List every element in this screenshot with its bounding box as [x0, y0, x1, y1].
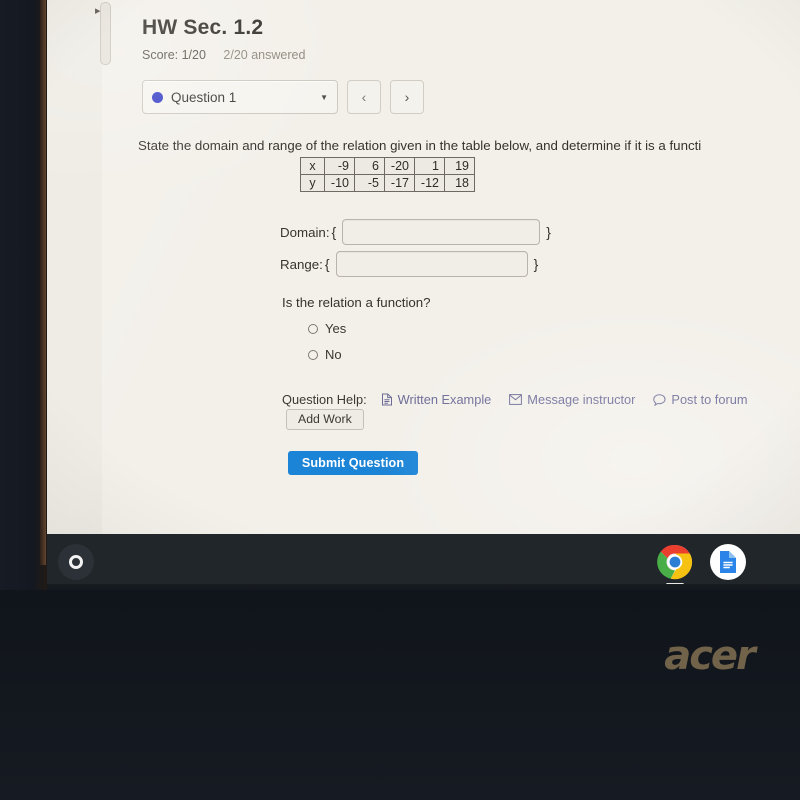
radio-option-yes[interactable]: Yes — [308, 321, 346, 336]
message-instructor-link[interactable]: Message instructor — [509, 392, 635, 407]
range-close-brace: } — [533, 256, 539, 272]
range-label: Range: — [280, 256, 323, 272]
score-label: Score: 1/20 — [142, 48, 206, 62]
speech-bubble-icon — [653, 393, 666, 406]
page-title: HW Sec. 1.2 — [142, 16, 264, 39]
left-rail: ▸ — [46, 0, 111, 534]
cell-y-4: 18 — [444, 174, 475, 192]
radio-circle-icon — [308, 349, 318, 360]
cell-x-2: -20 — [384, 157, 415, 175]
cell-x-4: 19 — [444, 157, 475, 175]
laptop-deck — [0, 590, 800, 800]
chevron-down-icon: ▼ — [320, 92, 328, 102]
written-example-link[interactable]: Written Example — [381, 392, 492, 407]
previous-question-button[interactable]: ‹ — [347, 80, 381, 114]
table-row: y -10 -5 -17 -12 18 — [300, 174, 475, 192]
radio-option-no[interactable]: No — [308, 347, 342, 362]
domain-label: Domain: — [280, 224, 330, 240]
range-row: Range: { } — [280, 251, 538, 277]
chromeos-shelf — [46, 534, 800, 590]
cell-y-1: -5 — [354, 174, 385, 192]
question-help-row: Question Help: Written Example Message i… — [282, 392, 766, 407]
add-work-button[interactable]: Add Work — [286, 409, 364, 430]
relation-table: x -9 6 -20 1 19 y -10 -5 -17 -12 18 — [300, 157, 475, 192]
assignment-content: HW Sec. 1.2 Score: 1/20 2/20 answered Qu… — [116, 0, 800, 534]
next-question-button[interactable]: › — [390, 80, 424, 114]
question-select[interactable]: Question 1 ▼ — [142, 80, 338, 114]
post-to-forum-label: Post to forum — [671, 392, 748, 407]
sub-question-label: Is the relation a function? — [282, 295, 431, 310]
question-nav-row: Question 1 ▼ ‹ › — [142, 80, 424, 114]
radio-label-yes: Yes — [325, 321, 347, 336]
table-row: x -9 6 -20 1 19 — [300, 157, 475, 175]
row-label-y: y — [300, 174, 325, 192]
row-label-x: x — [300, 157, 325, 175]
cell-y-0: -10 — [324, 174, 355, 192]
post-to-forum-link[interactable]: Post to forum — [653, 392, 748, 407]
cell-y-2: -17 — [384, 174, 415, 192]
cell-x-3: 1 — [414, 157, 445, 175]
question-help-label: Question Help: — [282, 392, 367, 407]
acer-brand-logo: acer — [664, 633, 756, 679]
range-input[interactable] — [335, 251, 528, 277]
chromebook-screen: ▸ HW Sec. 1.2 Score: 1/20 2/20 answered … — [46, 0, 800, 534]
cell-x-1: 6 — [354, 157, 385, 175]
message-instructor-label: Message instructor — [527, 392, 636, 407]
question-select-label: Question 1 — [171, 89, 237, 105]
domain-close-brace: } — [546, 224, 551, 240]
written-example-label: Written Example — [397, 392, 492, 407]
radio-circle-icon — [308, 323, 318, 334]
envelope-icon — [509, 394, 523, 405]
document-icon — [381, 393, 393, 406]
radio-label-no: No — [325, 347, 342, 362]
launcher-circle-icon[interactable] — [58, 544, 94, 580]
screen-bezel-edge-highlight — [40, 0, 46, 565]
score-line: Score: 1/20 2/20 answered — [142, 48, 305, 62]
google-docs-icon[interactable] — [710, 544, 746, 580]
domain-input[interactable] — [342, 219, 541, 245]
vertical-scrollbar-thumb[interactable] — [100, 2, 111, 65]
question-status-dot — [152, 91, 163, 103]
chrome-icon[interactable] — [657, 544, 693, 580]
domain-open-brace: { — [331, 224, 337, 240]
cell-y-3: -12 — [414, 174, 445, 192]
laptop-photo: ▸ HW Sec. 1.2 Score: 1/20 2/20 answered … — [0, 0, 800, 800]
range-open-brace: { — [324, 256, 330, 272]
cell-x-0: -9 — [324, 157, 355, 175]
answered-label: 2/20 answered — [223, 48, 306, 62]
submit-question-button[interactable]: Submit Question — [288, 451, 418, 475]
domain-row: Domain: { } — [280, 219, 551, 245]
question-prompt: State the domain and range of the relati… — [138, 138, 702, 153]
launcher-ring — [69, 555, 83, 569]
